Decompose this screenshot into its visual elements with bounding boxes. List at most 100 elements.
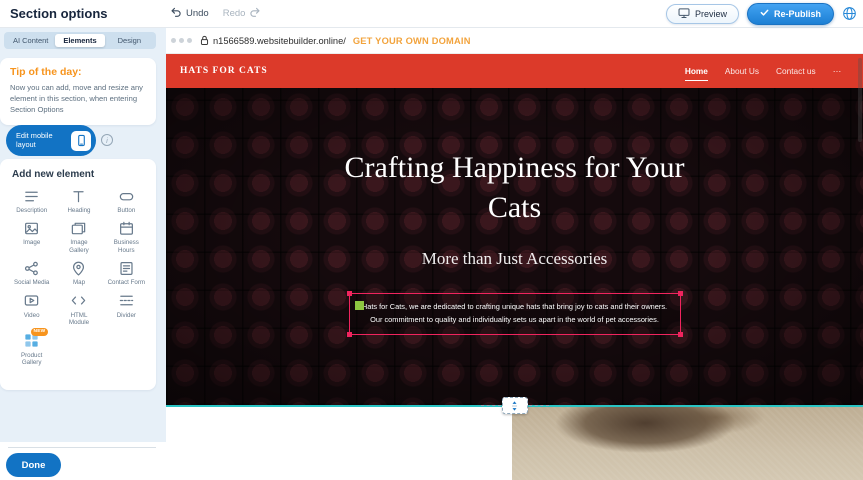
browser-bar: n1566589.websitebuilder.online/ GET YOUR… [166, 28, 863, 54]
contact-form-icon [118, 259, 135, 277]
element-label: Description [16, 207, 47, 214]
tab-label: Design [118, 36, 141, 45]
redo-label: Redo [223, 8, 246, 19]
nav-about-us[interactable]: About Us [725, 54, 759, 88]
selection-handle[interactable] [678, 332, 683, 337]
element-label: Video [24, 312, 40, 319]
cat-photo[interactable] [512, 407, 863, 480]
hero-section[interactable]: Crafting Happiness for Your Cats More th… [166, 88, 863, 405]
tab-ai-content[interactable]: AI Content [6, 34, 55, 47]
info-icon[interactable]: i [101, 134, 113, 146]
tab-design[interactable]: Design [105, 34, 154, 47]
browser-dot [171, 38, 176, 43]
hero-text-element-selected[interactable]: Hats for Cats, we are dedicated to craft… [349, 293, 681, 335]
selection-handle[interactable] [347, 291, 352, 296]
site-preview: n1566589.websitebuilder.online/ GET YOUR… [166, 28, 863, 480]
element-label: Image [23, 239, 40, 246]
element-map[interactable]: Map [55, 259, 102, 286]
nav-home[interactable]: Home [685, 54, 708, 88]
phone-icon [71, 131, 91, 151]
hero-subtitle[interactable]: More than Just Accessories [422, 249, 608, 269]
description-icon [23, 187, 40, 205]
hero-content: Crafting Happiness for Your Cats More th… [166, 88, 863, 405]
tab-elements[interactable]: Elements [55, 34, 104, 47]
get-your-own-domain-link[interactable]: GET YOUR OWN DOMAIN [353, 36, 471, 46]
selection-handle[interactable] [678, 291, 683, 296]
element-label: Map [73, 279, 85, 286]
element-label: Divider [117, 312, 136, 319]
element-divider[interactable]: Divider [103, 292, 150, 327]
button-icon [118, 187, 135, 205]
element-product-gallery[interactable]: NEW Product Gallery [8, 332, 55, 367]
element-social-media[interactable]: Social Media [8, 259, 55, 286]
social-media-icon [23, 259, 40, 277]
app: Section options Undo Redo Preview [0, 0, 863, 480]
page-title: Section options [10, 0, 108, 27]
site-url: n1566589.websitebuilder.online/ [213, 36, 346, 46]
republish-button[interactable]: Re-Publish [747, 3, 834, 25]
resize-dash [529, 405, 549, 406]
preview-label: Preview [695, 9, 727, 19]
element-label: Contact Form [108, 279, 145, 286]
element-image-gallery[interactable]: Image Gallery [55, 219, 102, 254]
undo-icon [170, 6, 182, 21]
next-section [166, 407, 863, 480]
tip-of-the-day-card: Tip of the day: Now you can add, move an… [0, 58, 156, 125]
image-gallery-icon [70, 219, 87, 237]
element-label: Social Media [14, 279, 49, 286]
element-heading[interactable]: Heading [55, 187, 102, 214]
divider-icon [118, 292, 135, 310]
element-label: Product Gallery [13, 352, 51, 367]
video-icon [23, 292, 40, 310]
edit-mobile-layout-button[interactable]: Edit mobile layout [6, 125, 96, 156]
heading-icon [70, 187, 87, 205]
site-logo[interactable]: HATS FOR CATS [180, 66, 268, 76]
redo-button[interactable]: Redo [223, 6, 262, 21]
resize-dash [481, 405, 501, 406]
tab-label: AI Content [13, 36, 48, 45]
preview-button[interactable]: Preview [666, 4, 739, 24]
redo-icon [249, 6, 261, 21]
browser-dot [179, 38, 184, 43]
monitor-icon [678, 7, 690, 21]
globe-icon[interactable] [842, 6, 857, 21]
done-button[interactable]: Done [6, 453, 61, 477]
lock-icon [200, 35, 209, 46]
nav-more-icon[interactable]: ⋯ [833, 54, 841, 88]
element-contact-form[interactable]: Contact Form [103, 259, 150, 286]
section-resize-handle[interactable] [481, 397, 549, 414]
map-pin-icon [70, 259, 87, 277]
business-hours-icon [118, 219, 135, 237]
resize-arrows-icon [502, 397, 528, 414]
selection-handle[interactable] [347, 332, 352, 337]
element-business-hours[interactable]: Business Hours [103, 219, 150, 254]
sidebar-tabs: AI Content Elements Design [4, 32, 156, 49]
element-description[interactable]: Description [8, 187, 55, 214]
check-icon [760, 8, 769, 19]
element-image[interactable]: Image [8, 219, 55, 254]
site-header: HATS FOR CATS Home About Us Contact us ⋯ [166, 54, 863, 88]
element-drag-handle-green[interactable] [355, 301, 364, 310]
element-html-module[interactable]: HTML Module [55, 292, 102, 327]
tip-body: Now you can add, move and resize any ele… [10, 82, 146, 115]
undo-button[interactable]: Undo [170, 6, 209, 21]
site-nav: Home About Us Contact us ⋯ [685, 54, 841, 88]
preview-scrollbar[interactable] [858, 58, 862, 142]
element-label: Business Hours [107, 239, 145, 254]
hero-title[interactable]: Crafting Happiness for Your Cats [325, 148, 705, 227]
element-video[interactable]: Video [8, 292, 55, 327]
code-icon [70, 292, 87, 310]
tab-label: Elements [63, 36, 96, 45]
element-label: HTML Module [60, 312, 98, 327]
edit-mobile-label: Edit mobile layout [16, 132, 65, 150]
new-badge: NEW [31, 328, 49, 336]
top-bar: Section options Undo Redo Preview [0, 0, 863, 28]
top-actions: Preview Re-Publish [666, 0, 857, 27]
tip-title: Tip of the day: [10, 66, 146, 78]
nav-contact-us[interactable]: Contact us [776, 54, 816, 88]
element-button[interactable]: Button [103, 187, 150, 214]
browser-dot [187, 38, 192, 43]
element-label: Button [117, 207, 135, 214]
sidebar-divider [8, 447, 156, 448]
hero-paragraph: Hats for Cats, we are dedicated to craft… [362, 301, 668, 327]
